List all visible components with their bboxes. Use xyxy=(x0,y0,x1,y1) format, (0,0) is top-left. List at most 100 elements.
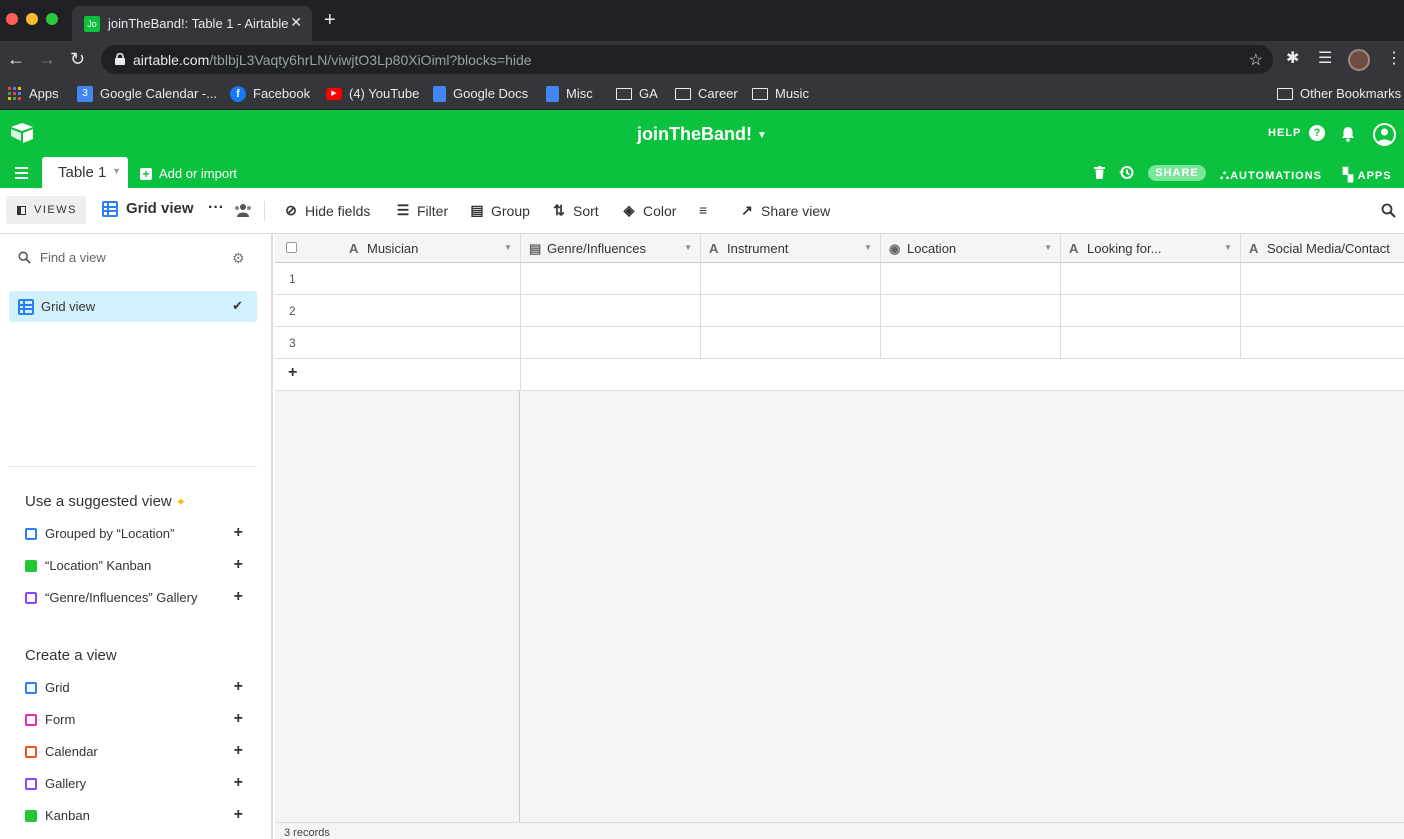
suggested-view-grouped-by-location[interactable]: Grouped by “Location” + xyxy=(25,524,248,545)
create-view-calendar[interactable]: Calendar + xyxy=(25,742,248,763)
add-record-cell[interactable] xyxy=(275,359,521,390)
more-options-icon[interactable]: ··· xyxy=(208,199,224,217)
add-record-row[interactable]: + xyxy=(275,359,1404,391)
view-item-grid-view[interactable]: Grid view ✔ xyxy=(9,291,257,322)
create-view-grid[interactable]: Grid + xyxy=(25,678,248,699)
url-input[interactable]: airtable.com/tblbjL3Vaqty6hrLN/viwjtO3Lp… xyxy=(101,45,1273,74)
table-row[interactable]: 3 xyxy=(275,327,1404,359)
notification-bell-icon[interactable] xyxy=(1341,126,1355,142)
bookmark-folder-other[interactable]: Other Bookmarks xyxy=(1277,84,1401,104)
chevron-down-icon[interactable]: ▼ xyxy=(684,243,692,252)
table-row[interactable]: 2 xyxy=(275,295,1404,327)
bookmark-google-calendar[interactable]: 3 Google Calendar -... xyxy=(77,84,217,104)
color-button[interactable]: ◈ Color xyxy=(621,202,677,219)
tab-table-1[interactable]: Table 1 ▼ xyxy=(42,157,128,188)
bookmark-youtube[interactable]: ▶ (4) YouTube xyxy=(326,84,419,104)
create-view-gallery[interactable]: Gallery + xyxy=(25,774,248,795)
table-row[interactable]: 1 xyxy=(275,263,1404,295)
help-icon[interactable]: ? xyxy=(1309,125,1325,141)
plus-icon[interactable]: + xyxy=(234,806,243,824)
automations-button[interactable]: ⛬AUTOMATIONS xyxy=(1220,167,1322,183)
plus-icon[interactable]: + xyxy=(234,742,243,760)
close-tab-icon[interactable]: ✕ xyxy=(290,14,302,31)
bookmark-misc[interactable]: Misc xyxy=(546,84,593,104)
user-avatar-icon[interactable] xyxy=(1373,123,1396,146)
history-icon[interactable] xyxy=(1119,165,1134,180)
browser-menu-icon[interactable]: ⋮ xyxy=(1386,50,1402,68)
cell-instrument[interactable] xyxy=(701,263,881,294)
views-toggle-button[interactable]: VIEWS xyxy=(6,196,86,224)
reload-icon[interactable]: ↻ xyxy=(70,49,85,69)
filter-button[interactable]: ☰ Filter xyxy=(395,202,448,219)
hide-fields-button[interactable]: ⊘ Hide fields xyxy=(283,202,370,219)
extensions-icon[interactable]: ✱ xyxy=(1286,50,1299,68)
profile-avatar[interactable] xyxy=(1348,49,1370,71)
cell-genre-influences[interactable] xyxy=(521,327,701,358)
cell-genre-influences[interactable] xyxy=(521,263,701,294)
plus-icon[interactable]: + xyxy=(234,710,243,728)
trash-icon[interactable] xyxy=(1094,166,1105,179)
maximize-window-button[interactable] xyxy=(46,13,58,25)
cell-musician[interactable] xyxy=(275,327,521,358)
cell-instrument[interactable] xyxy=(701,295,881,326)
bookmark-facebook[interactable]: f Facebook xyxy=(230,84,310,104)
plus-icon[interactable]: + xyxy=(234,588,243,606)
suggested-view-genre-gallery[interactable]: “Genre/Influences” Gallery + xyxy=(25,588,248,609)
minimize-window-button[interactable] xyxy=(26,13,38,25)
help-label[interactable]: HELP xyxy=(1268,127,1301,139)
cell-musician[interactable] xyxy=(275,295,521,326)
back-arrow-icon[interactable]: ← xyxy=(7,49,25,69)
cell-location[interactable] xyxy=(881,327,1061,358)
plus-icon[interactable]: + xyxy=(234,774,243,792)
close-window-button[interactable] xyxy=(6,13,18,25)
chevron-down-icon[interactable]: ▼ xyxy=(864,243,872,252)
share-view-button[interactable]: ↗ Share view xyxy=(739,202,830,219)
base-name[interactable]: joinTheBand! ▼ xyxy=(0,124,1404,145)
chevron-down-icon[interactable]: ▼ xyxy=(1044,243,1052,252)
plus-icon[interactable]: + xyxy=(288,364,297,382)
select-all-checkbox[interactable] xyxy=(286,242,297,253)
create-view-form[interactable]: Form + xyxy=(25,710,248,731)
collaborators-icon[interactable] xyxy=(234,203,252,217)
column-header-instrument[interactable]: A Instrument ▼ xyxy=(701,234,881,263)
cell-social-media-contact[interactable] xyxy=(1241,295,1404,326)
chevron-down-icon[interactable]: ▼ xyxy=(504,243,512,252)
share-button[interactable]: SHARE xyxy=(1148,165,1206,181)
create-view-kanban[interactable]: Kanban + xyxy=(25,806,248,827)
bookmark-apps[interactable]: Apps xyxy=(8,84,59,104)
cell-social-media-contact[interactable] xyxy=(1241,263,1404,294)
group-button[interactable]: ▤ Group xyxy=(469,202,530,219)
menu-hamburger-icon[interactable] xyxy=(15,167,28,182)
cell-instrument[interactable] xyxy=(701,327,881,358)
plus-icon[interactable]: + xyxy=(234,556,243,574)
plus-icon[interactable]: + xyxy=(234,678,243,696)
reading-list-icon[interactable]: ☰ xyxy=(1318,50,1332,68)
forward-arrow-icon[interactable]: → xyxy=(38,49,56,69)
cell-genre-influences[interactable] xyxy=(521,295,701,326)
current-view-name[interactable]: Grid view xyxy=(102,200,194,217)
chevron-down-icon[interactable]: ▼ xyxy=(1224,243,1232,252)
browser-tab[interactable]: Jo joinTheBand!: Table 1 - Airtable ✕ xyxy=(72,6,312,41)
bookmark-google-docs[interactable]: Google Docs xyxy=(433,84,528,104)
plus-icon[interactable]: + xyxy=(234,524,243,542)
cell-social-media-contact[interactable] xyxy=(1241,327,1404,358)
suggested-view-location-kanban[interactable]: “Location” Kanban + xyxy=(25,556,248,577)
cell-looking-for[interactable] xyxy=(1061,327,1241,358)
add-or-import-button[interactable]: + Add or import xyxy=(140,166,237,181)
gear-icon[interactable]: ⚙ xyxy=(232,250,245,267)
chevron-down-icon[interactable]: ▼ xyxy=(112,166,121,176)
bookmark-folder-music[interactable]: Music xyxy=(752,84,809,104)
bookmark-folder-career[interactable]: Career xyxy=(675,84,738,104)
bookmark-star-icon[interactable]: ☆ xyxy=(1249,50,1263,70)
column-header-genre-influences[interactable]: ▤ Genre/Influences ▼ xyxy=(521,234,701,263)
cell-looking-for[interactable] xyxy=(1061,295,1241,326)
cell-location[interactable] xyxy=(881,295,1061,326)
find-view-input[interactable]: Find a view xyxy=(18,250,106,265)
row-height-icon[interactable]: ≡ xyxy=(699,202,707,218)
search-icon[interactable] xyxy=(1381,203,1396,218)
column-header-location[interactable]: ◉ Location ▼ xyxy=(881,234,1061,263)
column-header-social-media-contact[interactable]: A Social Media/Contact xyxy=(1241,234,1404,263)
column-header-looking-for[interactable]: A Looking for... ▼ xyxy=(1061,234,1241,263)
cell-musician[interactable] xyxy=(275,263,521,294)
column-header-musician[interactable]: A Musician ▼ xyxy=(341,234,521,263)
